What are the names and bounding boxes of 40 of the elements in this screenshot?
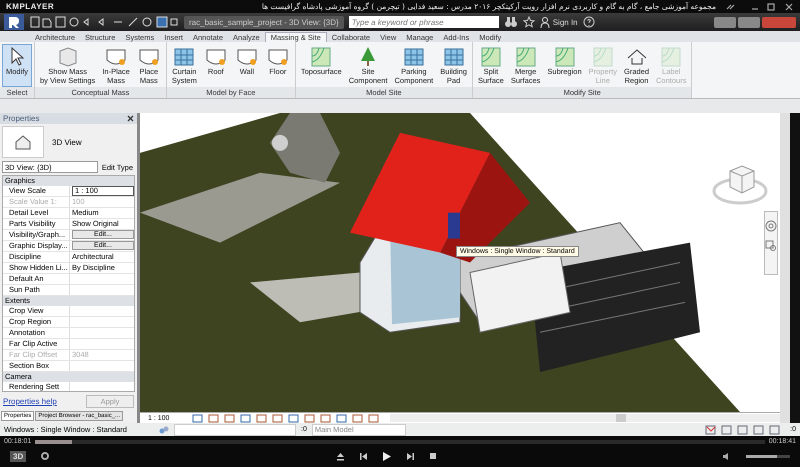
play-icon[interactable] (382, 450, 392, 462)
volume-slider[interactable] (746, 454, 790, 458)
player-logo: KMPLAYER (6, 2, 54, 11)
grid-icon (402, 46, 426, 68)
terrain-icon (514, 46, 538, 68)
navigation-bar[interactable] (764, 211, 778, 275)
terrain-icon (309, 46, 334, 68)
horizontal-scrollbar[interactable] (390, 414, 780, 422)
3d-mode-button[interactable]: 3D (10, 450, 26, 462)
stop-icon[interactable] (428, 452, 437, 460)
panel-title: Properties (3, 114, 40, 123)
star-icon[interactable] (522, 16, 535, 28)
terrain-icon (590, 46, 615, 68)
zoom-icon (765, 240, 777, 252)
quick-access-toolbar-icon[interactable] (29, 16, 179, 28)
binoculars-icon[interactable] (504, 16, 518, 28)
sign-in-button[interactable]: Sign In (540, 16, 578, 28)
help-link[interactable]: Properties help (3, 397, 57, 406)
steering-wheel-icon (765, 220, 777, 232)
search-field[interactable]: Type a keyword or phrase (348, 16, 499, 28)
window-buttons[interactable] (714, 16, 796, 28)
terrain-icon (659, 46, 684, 68)
previous-icon[interactable] (358, 452, 368, 460)
eject-icon[interactable] (336, 452, 345, 460)
help-icon[interactable] (582, 16, 595, 28)
type-name: 3D View (52, 138, 82, 146)
terrain-icon (552, 46, 577, 68)
seek-bar[interactable] (35, 440, 765, 444)
user-icon (540, 16, 550, 28)
close-icon[interactable] (127, 115, 134, 122)
document-title: rac_basic_sample_project - 3D View: {3D} (184, 16, 344, 28)
next-icon[interactable] (406, 452, 415, 460)
grid-icon (172, 46, 196, 68)
grid-icon (442, 46, 466, 68)
vertical-scrollbar[interactable] (780, 113, 800, 423)
app-logo-icon[interactable] (4, 14, 24, 30)
window-controls-icon[interactable] (724, 2, 794, 12)
settings-icon[interactable] (40, 451, 50, 461)
house-icon (14, 134, 32, 150)
terrain-icon (478, 46, 503, 68)
